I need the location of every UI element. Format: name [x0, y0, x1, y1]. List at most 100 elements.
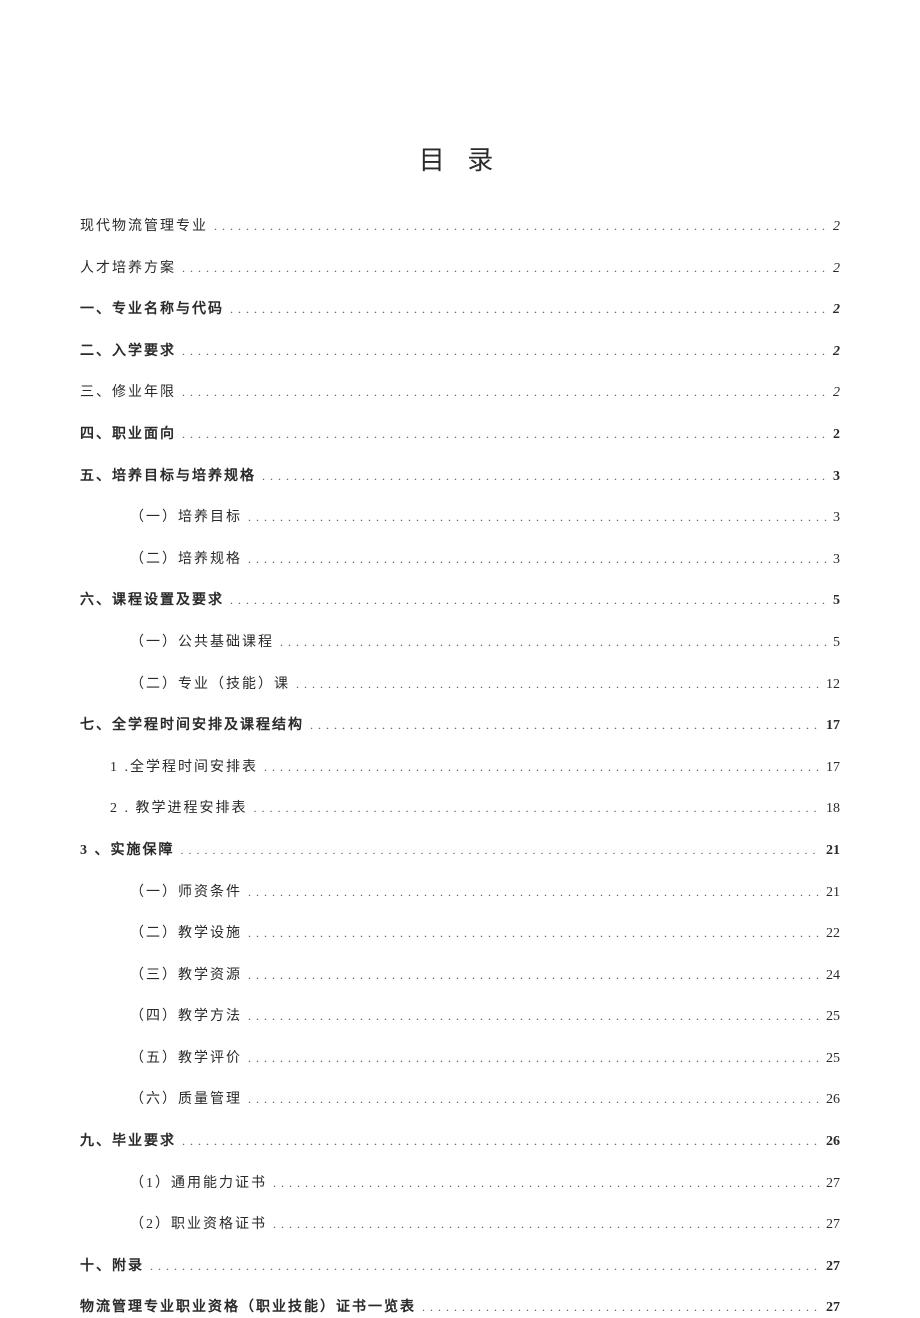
toc-entry-page: 2 — [833, 425, 840, 445]
toc-leader-dots — [214, 217, 827, 237]
toc-entry-page: 21 — [826, 841, 840, 861]
toc-leader-dots — [182, 259, 827, 279]
toc-entry-label: 七、全学程时间安排及课程结构 — [80, 716, 304, 736]
toc-entry: （三）教学资源 24 — [80, 966, 840, 986]
toc-entry-label: 现代物流管理专业 — [80, 217, 208, 237]
toc-entry-page: 27 — [826, 1215, 840, 1235]
toc-entry-label: 四、职业面向 — [80, 425, 176, 445]
toc-entry-page: 17 — [826, 758, 840, 778]
toc-entry-label: 3 、实施保障 — [80, 841, 175, 861]
toc-leader-dots — [248, 508, 827, 528]
toc-leader-dots — [254, 799, 821, 819]
toc-entry: 五、培养目标与培养规格3 — [80, 467, 840, 487]
toc-entry-label: 三、修业年限 — [80, 383, 176, 403]
toc-entry-page: 27 — [826, 1174, 840, 1194]
toc-entry-page: 22 — [826, 924, 840, 944]
toc-entry-page: 3 — [833, 467, 840, 487]
toc-entry-label: （六）质量管理 — [130, 1090, 242, 1110]
toc-entry: 九、毕业要求 26 — [80, 1132, 840, 1152]
toc-entry-label: 物流管理专业职业资格（职业技能）证书一览表 — [80, 1298, 416, 1318]
toc-entry-page: 3 — [833, 550, 840, 570]
toc-entry-page: 2 — [833, 300, 840, 320]
toc-entry-page: 5 — [833, 633, 840, 653]
toc-entry-page: 27 — [826, 1298, 840, 1318]
toc-entry: 物流管理专业职业资格（职业技能）证书一览表 27 — [80, 1298, 840, 1318]
toc-leader-dots — [182, 383, 827, 403]
toc-entry-label: 1 .全学程时间安排表 — [110, 758, 258, 778]
toc-leader-dots — [181, 841, 821, 861]
toc-entry-page: 17 — [826, 716, 840, 736]
toc-entry: 十、附录 27 — [80, 1257, 840, 1277]
toc-entry: 七、全学程时间安排及课程结构 17 — [80, 716, 840, 736]
toc-entry-page: 2 — [833, 383, 840, 403]
toc-entry-label: （三）教学资源 — [130, 966, 242, 986]
toc-leader-dots — [280, 633, 827, 653]
toc-entry-label: （四）教学方法 — [130, 1007, 242, 1027]
toc-entry-page: 25 — [826, 1049, 840, 1069]
toc-leader-dots — [248, 1049, 820, 1069]
toc-entry-page: 21 — [826, 883, 840, 903]
toc-entry-label: 六、课程设置及要求 — [80, 591, 224, 611]
toc-entry-label: 十、附录 — [80, 1257, 144, 1277]
toc-entry-label: （一）培养目标 — [130, 508, 242, 528]
toc-entry-page: 2 — [833, 342, 840, 362]
toc-leader-dots — [273, 1174, 820, 1194]
toc-entry-page: 2 — [833, 259, 840, 279]
toc-entry: （一）公共基础课程 5 — [80, 633, 840, 653]
toc-entry: （六）质量管理 26 — [80, 1090, 840, 1110]
table-of-contents: 现代物流管理专业2人才培养方案2一、专业名称与代码2二、入学要求2三、修业年限2… — [80, 217, 840, 1318]
toc-entry-label: 人才培养方案 — [80, 259, 176, 279]
toc-leader-dots — [248, 1090, 820, 1110]
toc-entry-page: 26 — [826, 1090, 840, 1110]
toc-entry: 人才培养方案 2 — [80, 259, 840, 279]
toc-entry-label: 九、毕业要求 — [80, 1132, 176, 1152]
toc-entry-page: 3 — [833, 508, 840, 528]
toc-entry: （二）培养规格 3 — [80, 550, 840, 570]
toc-entry-page: 27 — [826, 1257, 840, 1277]
toc-leader-dots — [182, 425, 827, 445]
toc-entry-label: （一）师资条件 — [130, 883, 242, 903]
toc-entry-label: （二）教学设施 — [130, 924, 242, 944]
toc-leader-dots — [296, 675, 820, 695]
toc-entry-label: 一、专业名称与代码 — [80, 300, 224, 320]
toc-entry: 二、入学要求2 — [80, 342, 840, 362]
toc-entry: 现代物流管理专业 2 — [80, 217, 840, 237]
toc-entry: 2 . 教学进程安排表 18 — [80, 799, 840, 819]
toc-entry: （1）通用能力证书 27 — [80, 1174, 840, 1194]
toc-leader-dots — [248, 550, 827, 570]
toc-entry-page: 5 — [833, 591, 840, 611]
toc-leader-dots — [264, 758, 820, 778]
toc-leader-dots — [248, 924, 820, 944]
page-title: 目 录 — [80, 140, 840, 177]
toc-entry: 四、职业面向 2 — [80, 425, 840, 445]
toc-entry-label: （五）教学评价 — [130, 1049, 242, 1069]
toc-entry-label: （1）通用能力证书 — [130, 1174, 267, 1194]
toc-entry: （五）教学评价 25 — [80, 1049, 840, 1069]
toc-entry: 三、修业年限 2 — [80, 383, 840, 403]
toc-entry-page: 24 — [826, 966, 840, 986]
toc-leader-dots — [230, 300, 827, 320]
toc-entry: 六、课程设置及要求 5 — [80, 591, 840, 611]
toc-entry: （一）培养目标 3 — [80, 508, 840, 528]
toc-entry-page: 18 — [826, 799, 840, 819]
toc-entry: 1 .全学程时间安排表 17 — [80, 758, 840, 778]
toc-entry: （2）职业资格证书27 — [80, 1215, 840, 1235]
toc-entry: 3 、实施保障 21 — [80, 841, 840, 861]
toc-leader-dots — [273, 1215, 820, 1235]
toc-leader-dots — [262, 467, 827, 487]
toc-entry-page: 2 — [833, 217, 840, 237]
toc-entry: 一、专业名称与代码 2 — [80, 300, 840, 320]
toc-entry: （二）专业（技能）课12 — [80, 675, 840, 695]
toc-leader-dots — [182, 1132, 820, 1152]
toc-entry: （一）师资条件 21 — [80, 883, 840, 903]
toc-leader-dots — [422, 1298, 820, 1318]
toc-entry-page: 26 — [826, 1132, 840, 1152]
toc-entry-label: （一）公共基础课程 — [130, 633, 274, 653]
toc-leader-dots — [248, 1007, 820, 1027]
toc-entry-label: 2 . 教学进程安排表 — [110, 799, 248, 819]
toc-leader-dots — [150, 1257, 820, 1277]
toc-leader-dots — [248, 883, 820, 903]
toc-leader-dots — [182, 342, 827, 362]
toc-entry: （四）教学方法25 — [80, 1007, 840, 1027]
toc-entry-label: （二）培养规格 — [130, 550, 242, 570]
